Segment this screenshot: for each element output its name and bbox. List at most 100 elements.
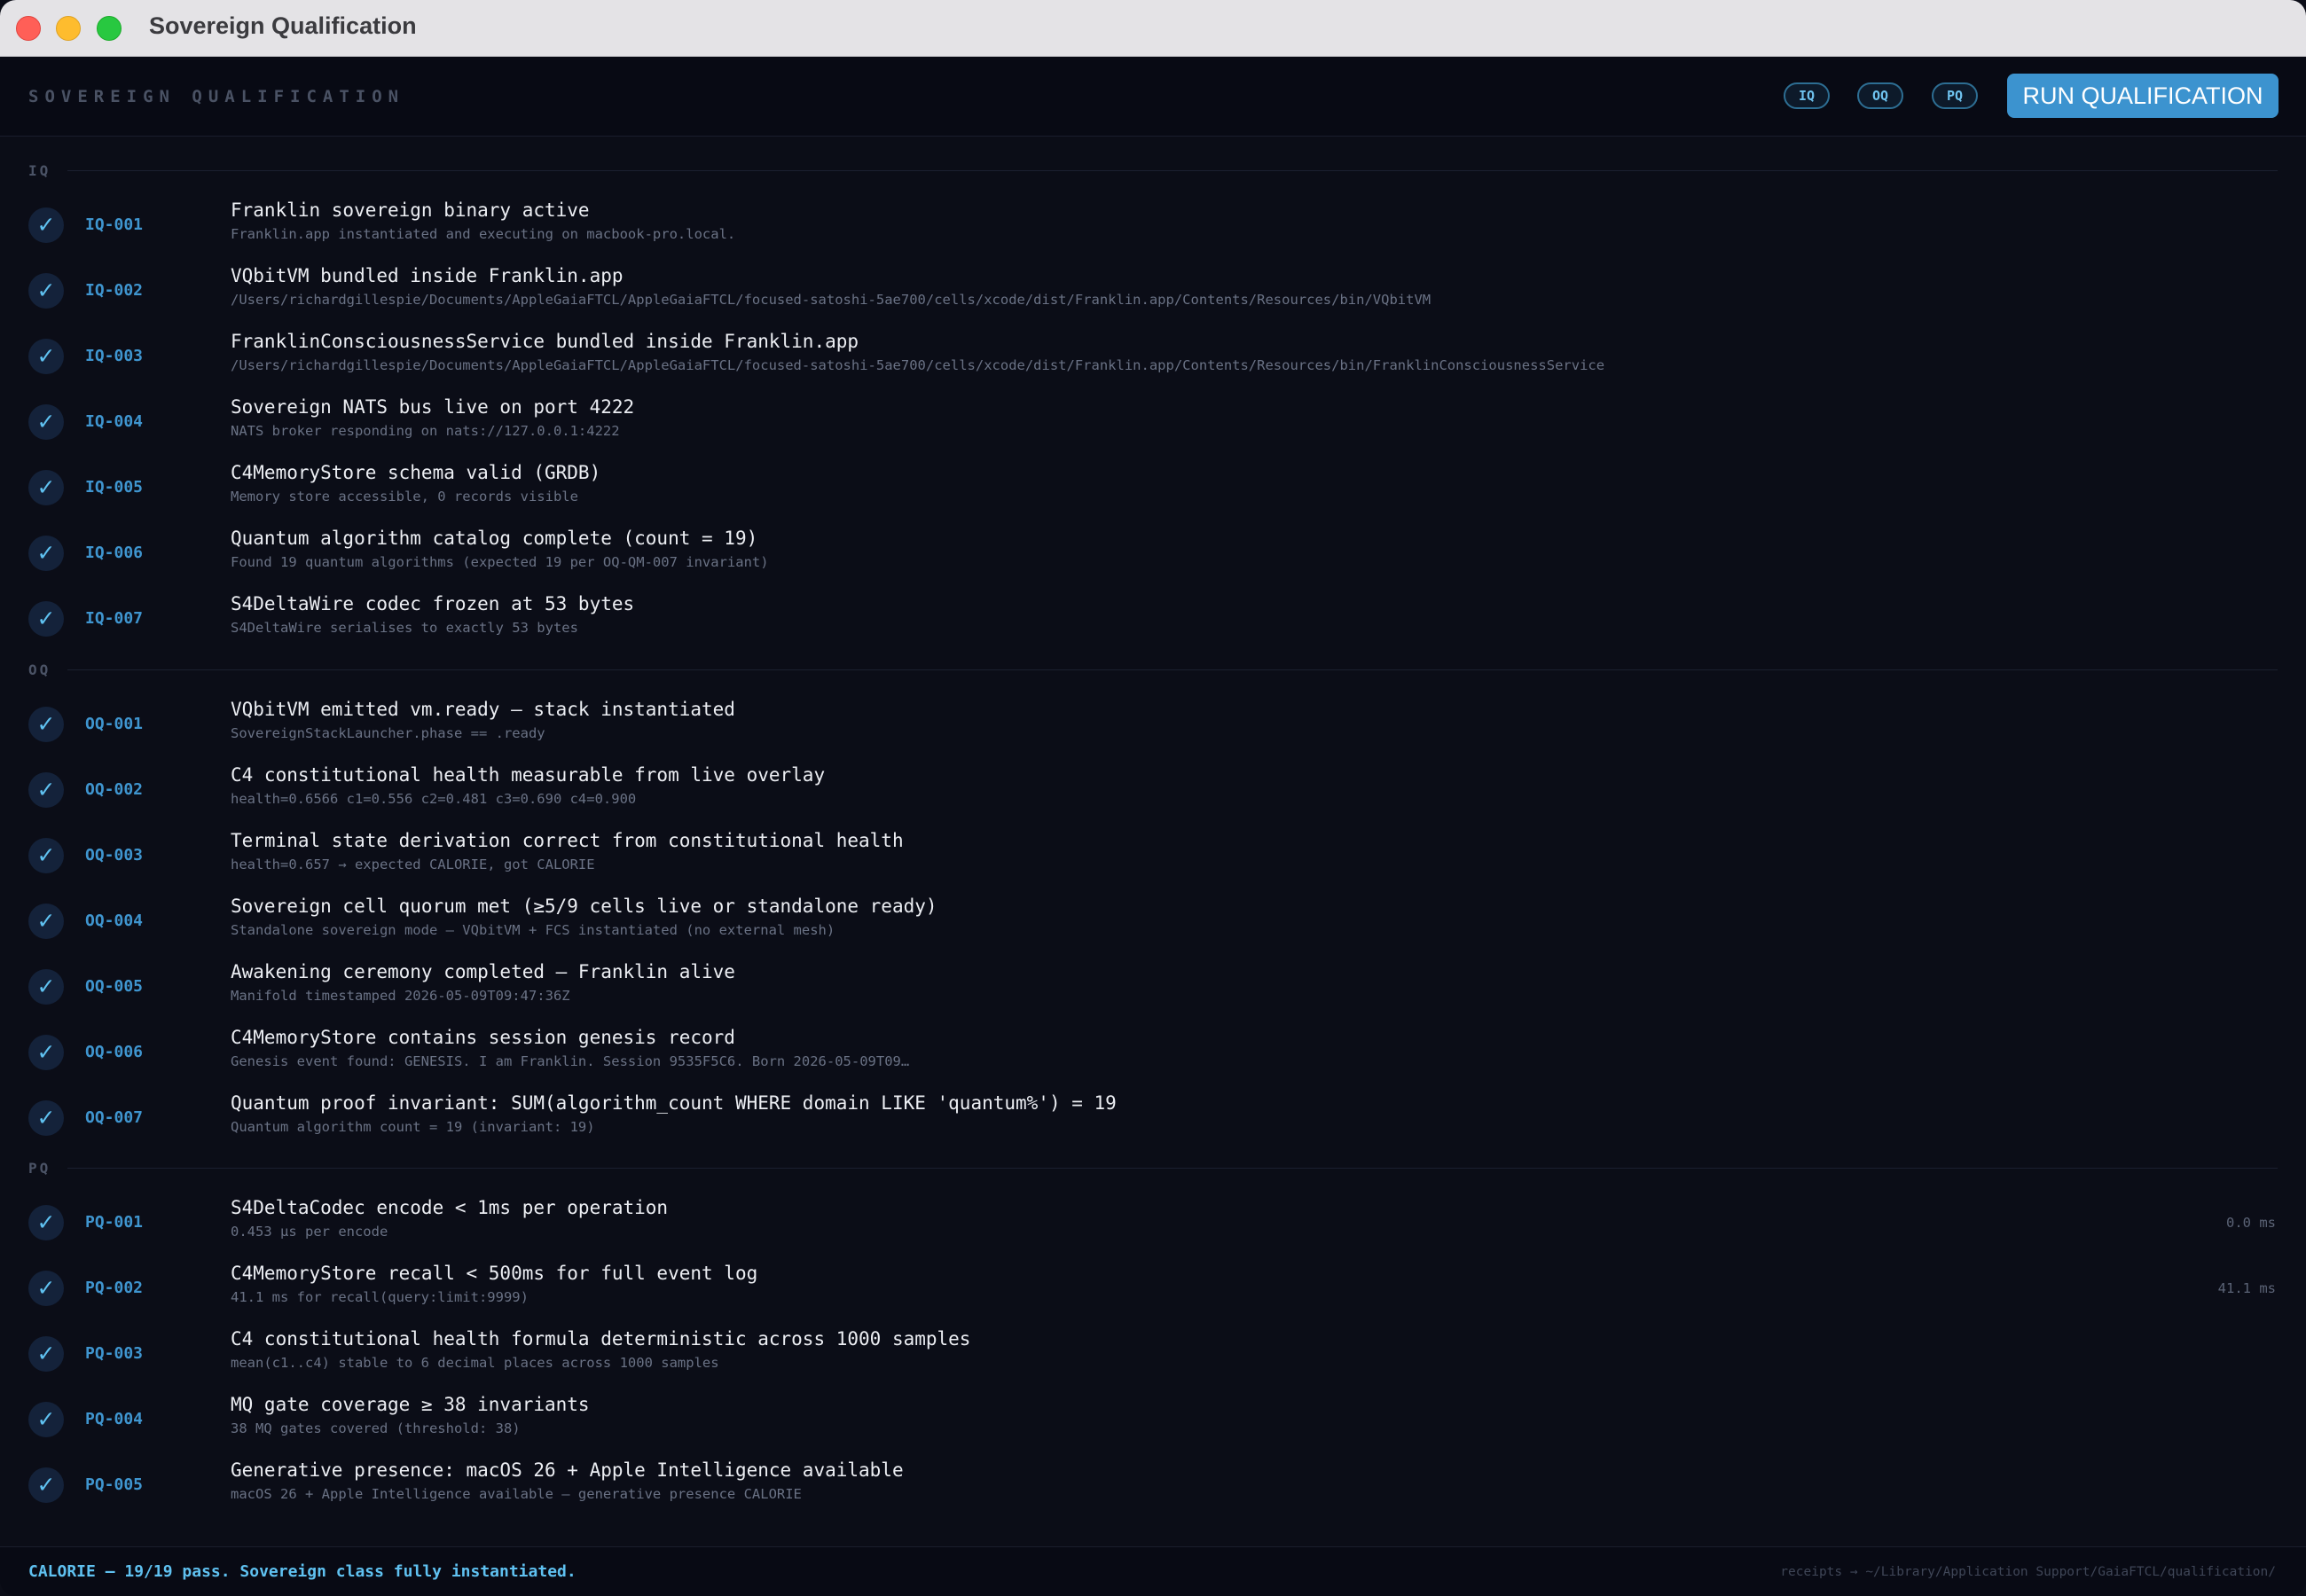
qualification-row[interactable]: ✓ IQ-003 FranklinConsciousnessService bund… [0,331,2306,396]
row-title: MQ gate coverage ≥ 38 invariants [231,1394,590,1415]
checkmark-icon: ✓ [28,904,64,939]
checkmark-icon: ✓ [28,838,64,873]
row-detail: Franklin.app instantiated and executing … [231,226,736,242]
qualification-row[interactable]: ✓ OQ-004 Sovereign cell quorum met (≥5/9 c… [0,896,2306,961]
zoom-window-button[interactable] [97,16,122,41]
receipts-path: receipts → ~/Library/Application Support… [1780,1565,2276,1579]
row-title: Awakening ceremony completed — Franklin … [231,961,735,982]
qualification-row[interactable]: ✓ PQ-005 Generative presence: macOS 26 + A… [0,1459,2306,1525]
row-id: IQ-007 [85,609,144,628]
filter-pq-button[interactable]: PQ [1932,82,1978,109]
row-title: C4MemoryStore contains session genesis r… [231,1027,735,1048]
row-detail: mean(c1..c4) stable to 6 decimal places … [231,1355,719,1371]
qualification-row[interactable]: ✓ PQ-004 MQ gate coverage ≥ 38 invariants 3… [0,1394,2306,1459]
qualification-row[interactable]: ✓ PQ-001 S4DeltaCodec encode < 1ms per ope… [0,1197,2306,1263]
row-detail: SovereignStackLauncher.phase == .ready [231,725,545,741]
qualification-row[interactable]: ✓ OQ-003 Terminal state derivation correct… [0,830,2306,896]
row-id: IQ-006 [85,544,144,562]
row-id: OQ-001 [85,715,144,733]
qualification-row[interactable]: ✓ IQ-005 C4MemoryStore schema valid (GRDB)… [0,462,2306,528]
section-label-pq: PQ [28,1160,51,1177]
row-detail: Manifold timestamped 2026-05-09T09:47:36… [231,988,570,1004]
row-title: S4DeltaCodec encode < 1ms per operation [231,1197,669,1218]
checkmark-icon: ✓ [28,707,64,742]
row-title: VQbitVM bundled inside Franklin.app [231,265,624,286]
row-title: Sovereign cell quorum met (≥5/9 cells li… [231,896,937,917]
row-detail: health=0.657 → expected CALORIE, got CAL… [231,857,595,872]
qualification-row[interactable]: ✓ IQ-006 Quantum algorithm catalog complet… [0,528,2306,593]
qualification-row[interactable]: ✓ PQ-003 C4 constitutional health formula … [0,1328,2306,1394]
row-detail: /Users/richardgillespie/Documents/AppleG… [231,357,1605,373]
checkmark-icon: ✓ [28,1271,64,1306]
checkmark-icon: ✓ [28,969,64,1005]
row-title: Franklin sovereign binary active [231,200,590,221]
row-id: OQ-002 [85,780,144,799]
filter-iq-button[interactable]: IQ [1784,82,1830,109]
qualification-row[interactable]: ✓ IQ-007 S4DeltaWire codec frozen at 53 by… [0,593,2306,659]
row-id: IQ-001 [85,215,144,234]
qualification-row[interactable]: ✓ OQ-001 VQbitVM emitted vm.ready — stack … [0,699,2306,764]
checkmark-icon: ✓ [28,339,64,374]
checkmark-icon: ✓ [28,772,64,808]
row-id: PQ-004 [85,1410,144,1428]
qualification-row[interactable]: ✓ OQ-002 C4 constitutional health measurab… [0,764,2306,830]
qualification-row[interactable]: ✓ OQ-005 Awakening ceremony completed — Fr… [0,961,2306,1027]
row-detail: 38 MQ gates covered (threshold: 38) [231,1420,521,1436]
section-divider [67,170,2278,171]
row-duration: 0.0 ms [2226,1215,2276,1231]
minimize-window-button[interactable] [56,16,81,41]
checkmark-icon: ✓ [28,1467,64,1503]
row-detail: /Users/richardgillespie/Documents/AppleG… [231,292,1431,308]
row-id: PQ-001 [85,1213,144,1232]
row-detail: Quantum algorithm count = 19 (invariant:… [231,1119,595,1135]
qualification-row[interactable]: ✓ PQ-002 C4MemoryStore recall < 500ms for … [0,1263,2306,1328]
row-id: IQ-003 [85,347,144,365]
window-title: Sovereign Qualification [149,12,417,39]
row-id: OQ-007 [85,1108,144,1127]
row-detail: Genesis event found: GENESIS. I am Frank… [231,1053,910,1069]
row-title: Quantum algorithm catalog complete (coun… [231,528,758,549]
checkmark-icon: ✓ [28,273,64,309]
checkmark-icon: ✓ [28,470,64,505]
app-window: Sovereign Qualification SOVEREIGN QUALIF… [0,0,2306,1596]
row-title: Terminal state derivation correct from c… [231,830,904,851]
close-window-button[interactable] [16,16,41,41]
row-detail: S4DeltaWire serialises to exactly 53 byt… [231,620,578,636]
row-title: Generative presence: macOS 26 + Apple In… [231,1459,904,1481]
app-header: SOVEREIGN QUALIFICATION IQ OQ PQ RUN QUA… [0,57,2306,137]
run-qualification-button[interactable]: RUN QUALIFICATION [2007,74,2279,118]
section-divider [67,1168,2278,1169]
section-label-iq: IQ [28,162,51,179]
qualification-row[interactable]: ✓ OQ-007 Quantum proof invariant: SUM(algo… [0,1092,2306,1158]
checkmark-icon: ✓ [28,1035,64,1070]
section-divider [67,669,2278,670]
summary-status: CALORIE — 19/19 pass. Sovereign class fu… [28,1562,576,1581]
app-brand: SOVEREIGN QUALIFICATION [28,87,405,106]
checkmark-icon: ✓ [28,404,64,440]
row-id: OQ-004 [85,911,144,930]
row-id: IQ-002 [85,281,144,300]
qualification-row[interactable]: ✓ IQ-002 VQbitVM bundled inside Franklin.a… [0,265,2306,331]
qualification-row[interactable]: ✓ OQ-006 C4MemoryStore contains session ge… [0,1027,2306,1092]
row-duration: 41.1 ms [2217,1280,2276,1296]
row-id: OQ-003 [85,846,144,864]
row-id: PQ-005 [85,1475,144,1494]
qualification-row[interactable]: ✓ IQ-001 Franklin sovereign binary active F… [0,200,2306,265]
row-title: VQbitVM emitted vm.ready — stack instant… [231,699,735,720]
row-detail: 41.1 ms for recall(query:limit:9999) [231,1289,529,1305]
row-title: C4 constitutional health measurable from… [231,764,826,786]
checkmark-icon: ✓ [28,1205,64,1240]
status-footer: CALORIE — 19/19 pass. Sovereign class fu… [0,1546,2306,1596]
checkmark-icon: ✓ [28,1402,64,1437]
section-label-oq: OQ [28,661,51,678]
row-title: C4MemoryStore schema valid (GRDB) [231,462,601,483]
checkmark-icon: ✓ [28,601,64,637]
row-detail: Memory store accessible, 0 records visib… [231,489,578,505]
row-title: S4DeltaWire codec frozen at 53 bytes [231,593,635,614]
filter-oq-button[interactable]: OQ [1857,82,1903,109]
qualification-row[interactable]: ✓ IQ-004 Sovereign NATS bus live on port 4… [0,396,2306,462]
row-id: IQ-004 [85,412,144,431]
row-id: PQ-003 [85,1344,144,1363]
row-detail: Standalone sovereign mode — VQbitVM + FC… [231,922,835,938]
title-bar: Sovereign Qualification [0,0,2306,57]
